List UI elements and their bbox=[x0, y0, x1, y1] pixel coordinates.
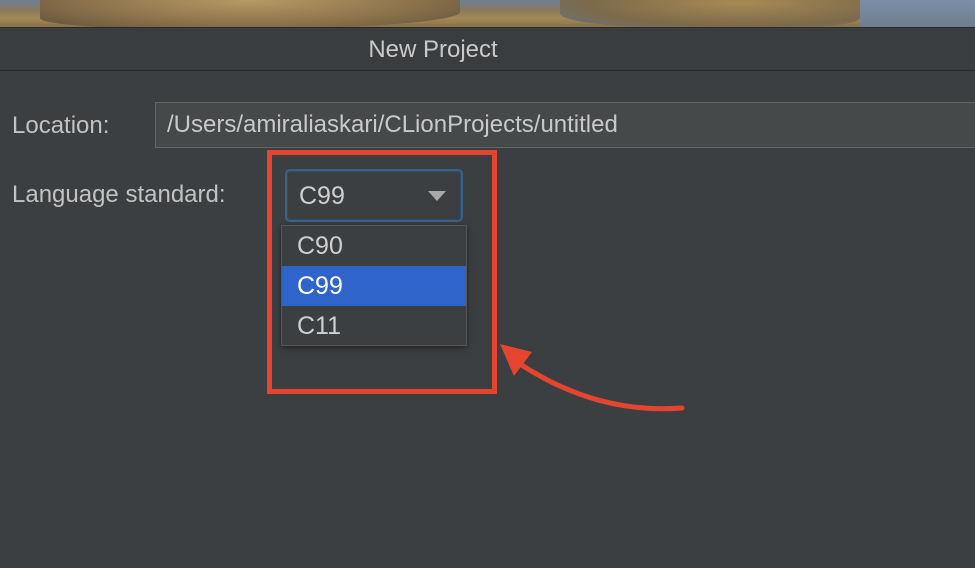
wallpaper-sky bbox=[860, 0, 975, 30]
language-standard-label: Language standard: bbox=[12, 181, 226, 208]
wallpaper-mountain bbox=[560, 0, 860, 30]
dialog-title: New Project bbox=[368, 36, 498, 63]
annotation-highlight-box bbox=[267, 150, 497, 394]
location-field[interactable]: /Users/amiraliaskari/CLionProjects/untit… bbox=[155, 102, 975, 148]
location-value: /Users/amiraliaskari/CLionProjects/untit… bbox=[167, 111, 618, 138]
dialog-titlebar[interactable]: New Project bbox=[0, 27, 975, 71]
location-label: Location: bbox=[12, 112, 110, 139]
desktop-wallpaper bbox=[0, 0, 975, 30]
screen: New Project Location: /Users/amiraliaska… bbox=[0, 0, 975, 568]
wallpaper-mountain bbox=[40, 0, 460, 30]
annotation-arrow-icon bbox=[500, 344, 685, 412]
